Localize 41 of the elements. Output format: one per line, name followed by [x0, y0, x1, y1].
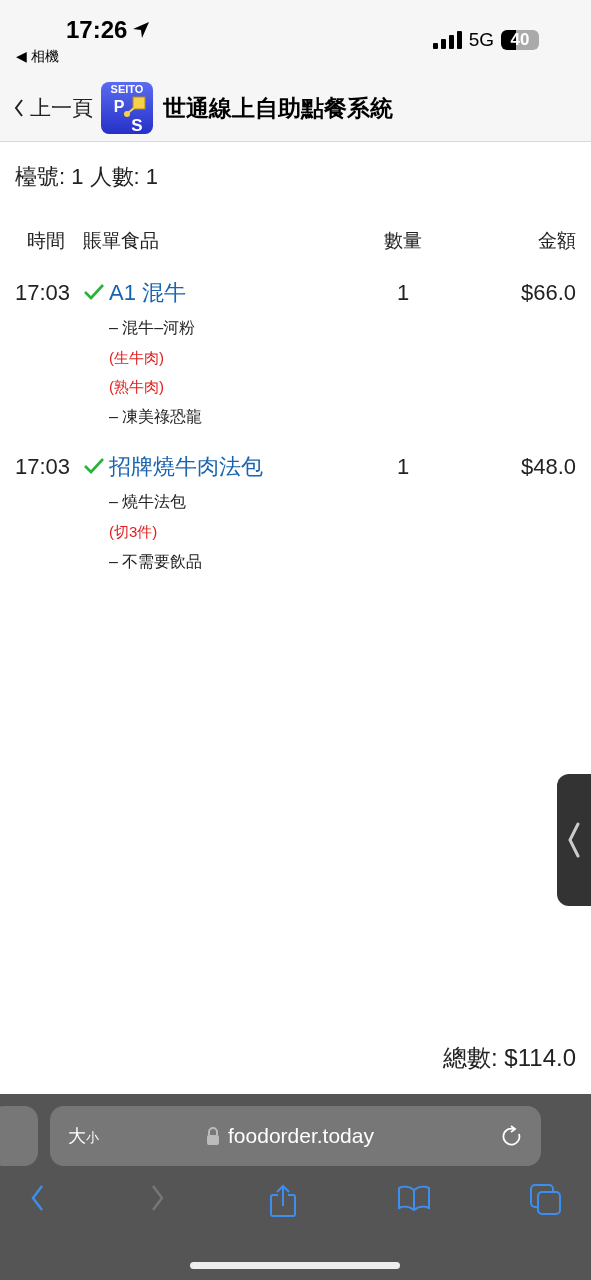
item-name[interactable]: 招牌燒牛肉法包 — [109, 452, 373, 482]
book-icon[interactable] — [396, 1184, 431, 1212]
item-note: (切3件) — [109, 523, 158, 542]
item-quantity: 1 — [395, 454, 411, 480]
order-time: 17:03 — [15, 454, 72, 480]
item-option: – 燒牛法包 — [109, 492, 187, 513]
network-label: 5G — [468, 29, 494, 51]
back-to-app-link[interactable]: ◀ 相機 — [16, 48, 59, 64]
table-info: 檯號: 1 人數: 1 — [15, 163, 160, 191]
item-note: (熟牛肉) — [109, 378, 164, 397]
page-title: 世通線上自助點餐系統 — [163, 93, 393, 123]
text-size-button[interactable]: 大小 — [68, 1124, 99, 1148]
order-time: 17:03 — [15, 280, 72, 306]
item-option: – 混牛–河粉 — [109, 318, 196, 339]
location-arrow-icon — [131, 20, 152, 40]
order-total: 總數: $114.0 — [443, 1043, 576, 1073]
back-button[interactable]: 上一頁 — [14, 94, 93, 122]
item-option: – 不需要飲品 — [109, 552, 203, 573]
url-text: foodorder.today — [228, 1124, 374, 1148]
side-panel-handle[interactable] — [557, 774, 591, 906]
column-header: 時間 — [26, 229, 66, 253]
reload-icon[interactable] — [501, 1125, 523, 1147]
share-icon[interactable] — [269, 1184, 297, 1218]
column-header: 賬單食品 — [83, 229, 160, 253]
pos-logo: SEITO P S — [101, 82, 153, 134]
item-amount: $48.0 — [519, 454, 576, 480]
column-header: 金額 — [537, 229, 576, 253]
lock-icon — [206, 1127, 220, 1145]
column-header: 數量 — [383, 229, 423, 253]
item-note: (生牛肉) — [109, 349, 164, 368]
item-option: – 凍美祿恐龍 — [109, 407, 203, 428]
item-quantity: 1 — [395, 280, 411, 306]
item-amount: $66.0 — [519, 280, 576, 306]
tab-preview[interactable] — [0, 1106, 38, 1166]
signal-icon — [432, 31, 462, 49]
address-bar[interactable]: 大小 foodorder.today — [50, 1106, 541, 1166]
chevron-left-icon — [14, 99, 24, 117]
clock-time: 17:26 — [66, 16, 128, 44]
chevron-left-icon — [568, 822, 580, 858]
item-name[interactable]: A1 混牛 — [109, 278, 373, 308]
tabs-icon[interactable] — [530, 1184, 561, 1215]
